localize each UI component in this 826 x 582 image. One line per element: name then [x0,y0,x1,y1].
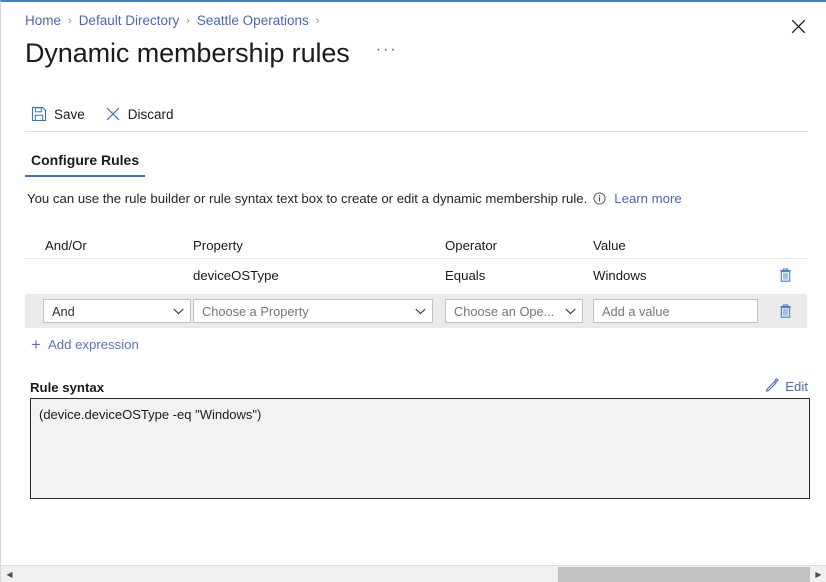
cell-operator: Equals [445,267,486,283]
trash-icon [779,304,791,318]
cell-actions [763,267,807,283]
breadcrumb-separator: › [186,15,190,27]
save-button-label: Save [54,106,85,122]
description-row: You can use the rule builder or rule syn… [27,191,682,206]
table-row: deviceOSType Equals Windows [25,259,807,291]
property-select-value: Choose a Property [202,303,309,319]
rule-table-header: And/Or Property Operator Value [25,233,807,259]
operator-select[interactable]: Choose an Ope... [445,299,583,323]
discard-button[interactable]: Discard [99,101,184,127]
edit-rule-syntax-button[interactable]: Edit [765,378,808,395]
column-header-operator: Operator [445,238,498,253]
tab-configure-rules-label: Configure Rules [31,152,140,168]
cell-operator-select: Choose an Ope... [445,299,593,323]
cell-value-input: Add a value [593,299,763,323]
rule-syntax-label: Rule syntax [30,380,105,395]
description-text: You can use the rule builder or rule syn… [27,191,588,206]
discard-button-label: Discard [127,106,174,122]
cell-actions [763,303,807,319]
close-blade-button[interactable] [782,10,814,42]
chevron-down-icon [173,308,184,315]
breadcrumb-separator: › [315,15,320,27]
cell-property: deviceOSType [193,267,279,283]
add-expression-button[interactable]: + Add expression [31,334,139,354]
value-input-placeholder: Add a value [602,303,670,319]
floppy-disk-icon [31,106,47,122]
rule-builder-table: And/Or Property Operator Value deviceOST… [25,233,807,328]
chevron-down-icon [565,308,576,315]
blade-panel: Home › Default Directory › Seattle Opera… [0,0,826,582]
command-bar: Save Discard [25,101,184,127]
close-icon [791,19,805,33]
chevron-down-icon [415,308,426,315]
breadcrumb-item-home[interactable]: Home [25,12,61,30]
breadcrumb-separator: › [68,15,72,27]
more-options-ellipsis[interactable]: ··· [376,40,398,66]
property-select[interactable]: Choose a Property [193,299,433,323]
plus-icon: + [31,334,41,354]
info-circle-icon[interactable] [593,192,606,205]
trash-icon [779,268,791,282]
breadcrumb-item-seattle-operations[interactable]: Seattle Operations [197,12,309,30]
column-header-andor: And/Or [45,238,87,253]
close-x-icon [105,106,121,122]
edit-rule-syntax-label: Edit [785,379,808,394]
title-row: Dynamic membership rules ··· [25,35,802,71]
table-row-editable: And Choose a Property Choose an Ope... A… [25,294,807,328]
breadcrumb: Home › Default Directory › Seattle Opera… [25,12,326,30]
scroll-left-arrow-icon[interactable]: ◀ [1,566,18,582]
tab-configure-rules[interactable]: Configure Rules [25,148,146,177]
horizontal-scrollbar[interactable]: ◀ ▶ [1,565,826,582]
learn-more-link[interactable]: Learn more [614,191,681,206]
delete-row-button[interactable] [778,303,793,319]
column-header-value: Value [593,238,626,253]
scrollbar-thumb[interactable] [558,566,810,582]
cell-andor-select: And [25,299,193,323]
add-expression-label: Add expression [47,337,139,352]
save-button[interactable]: Save [25,101,95,127]
toolbar-divider [25,131,808,132]
andor-select[interactable]: And [43,299,191,323]
cell-property-select: Choose a Property [193,299,445,323]
breadcrumb-item-default-directory[interactable]: Default Directory [79,12,180,30]
scrollbar-track[interactable] [18,566,810,582]
delete-row-button[interactable] [778,267,793,283]
scroll-right-arrow-icon[interactable]: ▶ [810,566,826,582]
cell-value: Windows [593,267,647,283]
column-header-property: Property [193,238,243,253]
value-input[interactable]: Add a value [593,299,758,323]
tab-strip: Configure Rules [25,148,146,177]
pencil-icon [765,378,780,395]
andor-select-value: And [52,303,75,319]
page-title: Dynamic membership rules [25,38,350,68]
rule-syntax-textarea[interactable]: (device.deviceOSType -eq "Windows") [30,398,810,499]
operator-select-value: Choose an Ope... [454,303,555,319]
